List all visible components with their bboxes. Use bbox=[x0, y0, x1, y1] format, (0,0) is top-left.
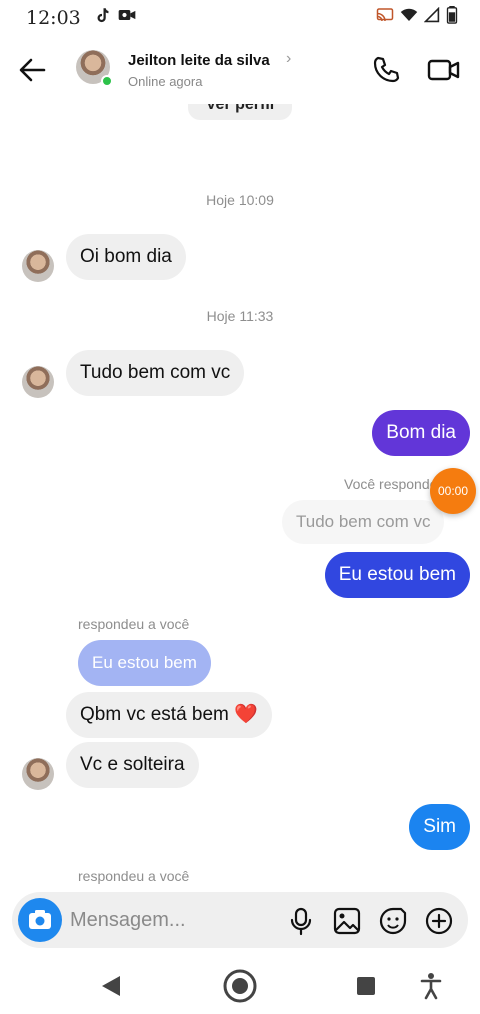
online-indicator bbox=[101, 75, 113, 87]
message-bubble-received[interactable]: Oi bom dia bbox=[66, 234, 186, 280]
gallery-icon bbox=[333, 907, 361, 935]
microphone-icon bbox=[290, 907, 312, 936]
video-camera-icon bbox=[427, 59, 460, 81]
sender-avatar[interactable] bbox=[22, 758, 54, 790]
contact-name[interactable]: Jeilton leite da silva bbox=[128, 52, 270, 69]
recents-square-icon bbox=[357, 977, 375, 995]
status-right-icons bbox=[376, 6, 458, 30]
quoted-message[interactable]: Tudo bem com vc bbox=[282, 500, 445, 544]
sticker-button[interactable] bbox=[378, 906, 408, 936]
back-triangle-icon bbox=[102, 976, 120, 996]
camera-icon bbox=[29, 910, 51, 929]
message-bubble-sent[interactable]: Sim bbox=[409, 804, 470, 850]
timestamp: Hoje 10:09 bbox=[206, 192, 274, 208]
gallery-button[interactable] bbox=[332, 906, 362, 936]
message-input[interactable] bbox=[70, 900, 270, 940]
tiktok-icon bbox=[93, 6, 111, 30]
message-thread[interactable]: Ver perfil Hoje 10:09 Oi bom dia Hoje 11… bbox=[0, 104, 480, 890]
more-button[interactable] bbox=[424, 906, 454, 936]
chevron-right-icon: › bbox=[286, 50, 292, 67]
message-bubble-received[interactable]: Vc e solteira bbox=[66, 742, 199, 788]
nav-home-button[interactable] bbox=[222, 968, 258, 1009]
microphone-button[interactable] bbox=[286, 906, 316, 936]
video-record-icon bbox=[117, 6, 137, 30]
back-arrow-icon bbox=[19, 58, 46, 82]
status-bar: 12:03 bbox=[0, 0, 480, 36]
system-navigation-bar bbox=[0, 958, 480, 1014]
sender-avatar[interactable] bbox=[22, 366, 54, 398]
message-bubble-sent[interactable]: Eu estou bem bbox=[324, 552, 470, 598]
message-bubble-received[interactable]: Qbm vc está bem ❤️ bbox=[66, 692, 272, 738]
chat-header: Jeilton leite da silva › Online agora bbox=[0, 36, 480, 104]
nav-back-button[interactable] bbox=[100, 974, 122, 1003]
back-button[interactable] bbox=[16, 54, 48, 86]
nav-accessibility-button[interactable] bbox=[420, 972, 442, 1005]
timestamp: Hoje 11:33 bbox=[206, 308, 274, 324]
cast-icon bbox=[376, 7, 394, 29]
video-call-button[interactable] bbox=[426, 54, 462, 86]
message-bubble-received[interactable]: Tudo bem com vc bbox=[66, 350, 245, 396]
quoted-message[interactable]: Eu estou bem bbox=[78, 640, 211, 686]
message-composer bbox=[12, 892, 468, 948]
sticker-icon bbox=[379, 907, 407, 935]
signal-icon bbox=[423, 6, 440, 29]
sender-avatar[interactable] bbox=[22, 250, 54, 282]
accessibility-icon bbox=[420, 973, 442, 1000]
plus-icon bbox=[425, 907, 453, 935]
nav-recents-button[interactable] bbox=[356, 976, 376, 1001]
reply-label: respondeu a você bbox=[78, 868, 190, 884]
recording-timer[interactable]: 00:00 bbox=[430, 468, 476, 514]
view-profile-button[interactable]: Ver perfil bbox=[188, 104, 292, 120]
camera-button[interactable] bbox=[18, 898, 62, 942]
home-circle-icon bbox=[223, 969, 257, 1003]
status-time: 12:03 bbox=[26, 7, 81, 29]
voice-call-button[interactable] bbox=[370, 54, 402, 86]
reply-label: respondeu a você bbox=[78, 616, 190, 632]
battery-icon bbox=[446, 6, 458, 30]
phone-icon bbox=[373, 56, 400, 83]
status-left-icons bbox=[93, 6, 137, 30]
message-bubble-sent[interactable]: Bom dia bbox=[372, 410, 470, 456]
contact-status: Online agora bbox=[128, 74, 203, 89]
wifi-icon bbox=[400, 7, 418, 29]
contact-avatar[interactable] bbox=[76, 50, 113, 87]
